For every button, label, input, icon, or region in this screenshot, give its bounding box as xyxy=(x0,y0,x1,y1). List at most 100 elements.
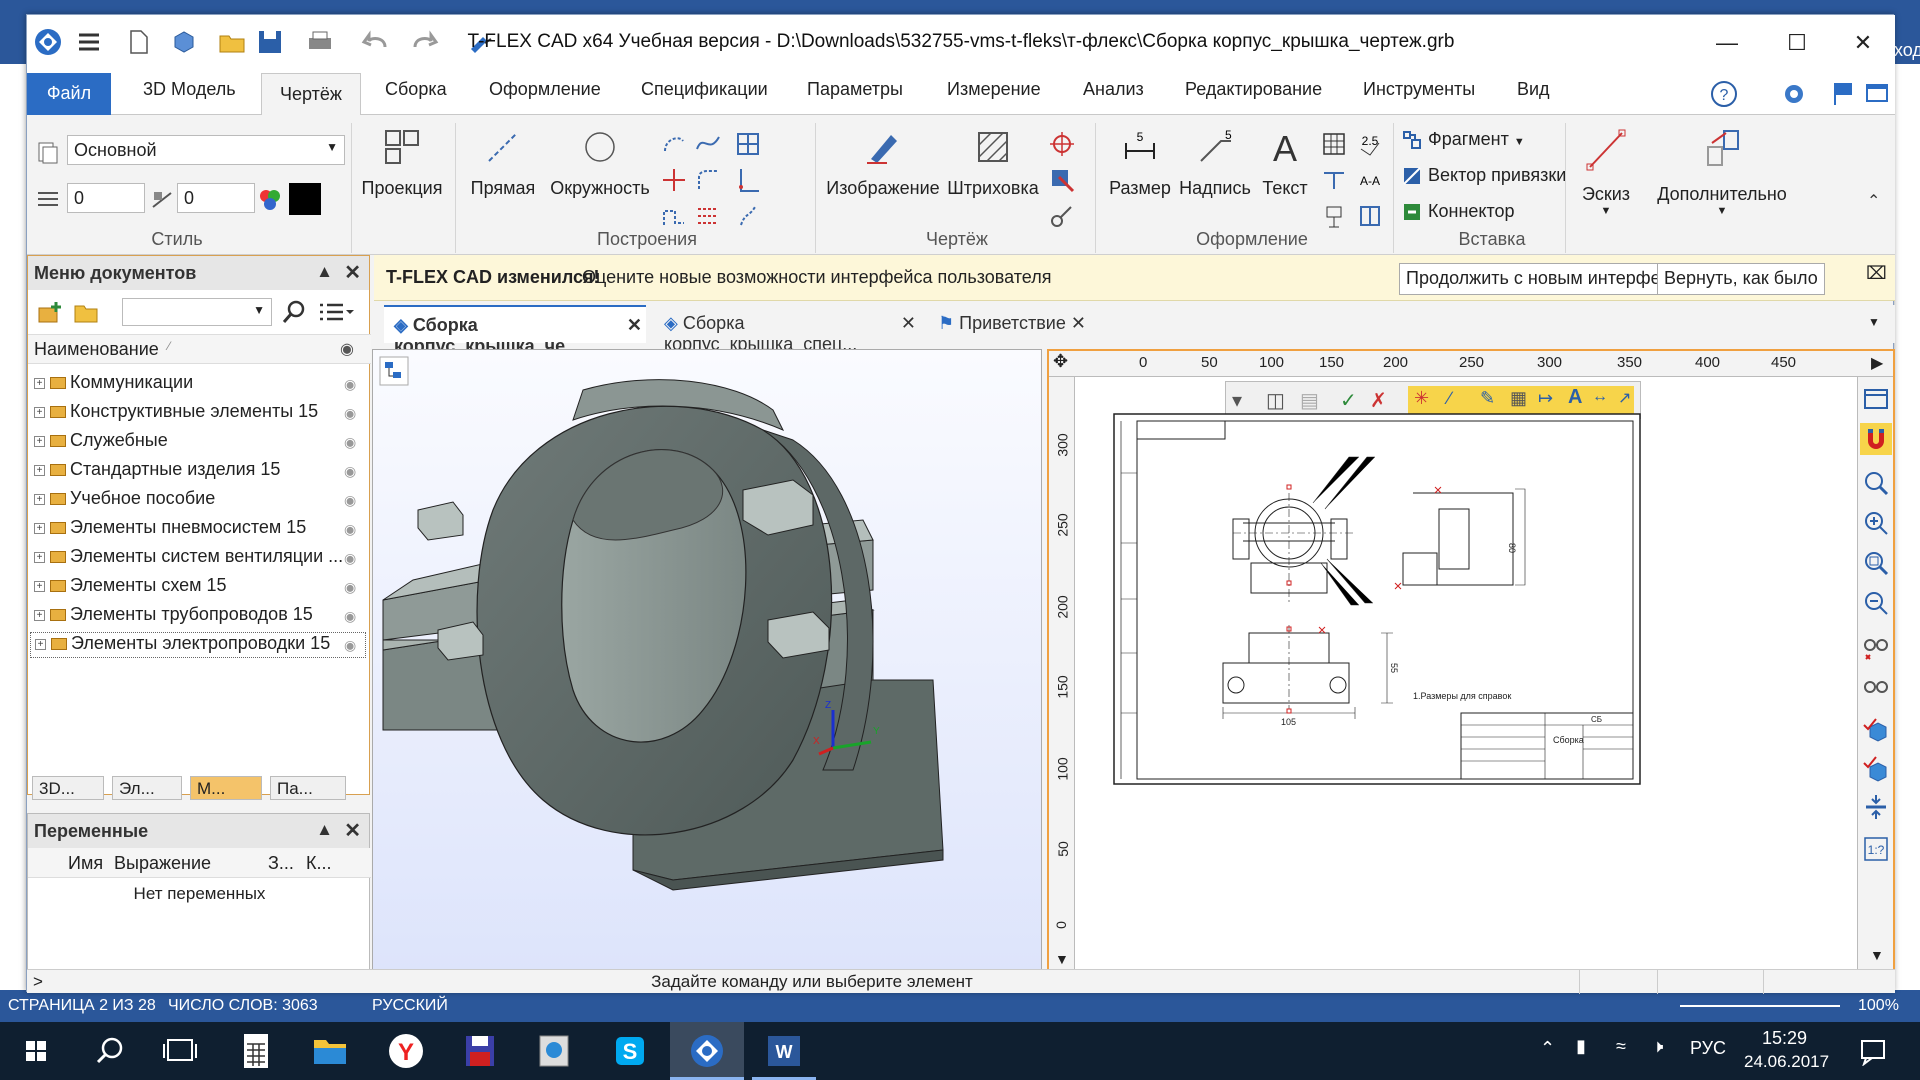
base-icon[interactable] xyxy=(1321,203,1347,229)
search-icon[interactable] xyxy=(280,298,308,326)
sketch-button[interactable]: Эскиз ▼ xyxy=(1571,127,1641,217)
tree-item[interactable]: + Коммуникации xyxy=(34,372,193,398)
window-layout-icon[interactable] xyxy=(1863,79,1891,107)
close-tab-icon[interactable]: ✕ xyxy=(627,315,642,336)
close-panel-icon[interactable]: ✕ xyxy=(344,818,361,843)
task-view-icon[interactable] xyxy=(150,1028,210,1074)
spin-line-type[interactable]: 0 xyxy=(177,183,255,213)
zoom-icon[interactable] xyxy=(1862,469,1890,497)
eye-icon[interactable]: ◉ xyxy=(344,637,356,654)
bottom-tab-3d[interactable]: 3D... xyxy=(32,776,104,800)
command-input[interactable]: Задайте команду или выберите элемент xyxy=(47,970,1577,993)
tab-list-dropdown-icon[interactable]: ▼ xyxy=(1868,315,1880,329)
hatch-button[interactable]: Штриховка xyxy=(943,127,1043,199)
deselect-icon[interactable]: ✗ xyxy=(1370,388,1387,413)
roughness-icon[interactable]: 2.5 xyxy=(1357,131,1383,157)
polyline-icon[interactable] xyxy=(661,203,687,229)
target-icon[interactable] xyxy=(1049,131,1075,157)
snap-image-icon[interactable]: ✎ xyxy=(1480,388,1495,409)
check-cubes-icon[interactable] xyxy=(1862,755,1890,783)
calculator-icon[interactable] xyxy=(226,1028,286,1074)
snap-fragment-icon[interactable]: ↦ xyxy=(1538,388,1553,409)
tab-analysis[interactable]: Анализ xyxy=(1083,79,1144,100)
tab-3d-model[interactable]: 3D Модель xyxy=(143,79,236,100)
snap-label-icon[interactable]: ↗ xyxy=(1618,388,1631,408)
eye-icon[interactable]: ◉ xyxy=(344,376,356,393)
grid-lines-icon[interactable] xyxy=(695,203,721,229)
tab-measure[interactable]: Измерение xyxy=(947,79,1041,100)
snap-dimension-icon[interactable]: ↔ xyxy=(1592,388,1608,406)
snap-node-icon[interactable]: ✳ xyxy=(1414,388,1429,409)
flag-icon[interactable] xyxy=(1829,79,1857,107)
connector-button[interactable]: Коннектор xyxy=(1401,201,1581,223)
3d-viewport[interactable]: Z Y X xyxy=(372,349,1042,973)
battery-icon[interactable]: ▮ xyxy=(1576,1036,1586,1057)
tree-item[interactable]: + Элементы систем вентиляции ... xyxy=(34,546,343,572)
fillet-icon[interactable] xyxy=(695,167,721,193)
close-tab-icon[interactable]: ✕ xyxy=(1071,313,1086,334)
bottom-tab-menu[interactable]: М... xyxy=(190,776,262,800)
close-tab-icon[interactable]: ✕ xyxy=(901,313,916,334)
scroll-right-icon[interactable]: ▶ xyxy=(1871,353,1883,373)
tab-view[interactable]: Вид xyxy=(1517,79,1550,100)
network-app-icon[interactable] xyxy=(524,1028,584,1074)
word-page-count[interactable]: СТРАНИЦА 2 ИЗ 28 xyxy=(8,997,156,1015)
tree-item[interactable]: + Стандартные изделия 15 xyxy=(34,459,280,485)
2d-drawing-viewport[interactable]: ✥ 0 50 100 150 200 250 300 350 400 450 ▶… xyxy=(1047,349,1895,973)
equidistant-icon[interactable] xyxy=(735,203,761,229)
pin-icon[interactable]: ▲ xyxy=(316,262,333,282)
tab-drawing[interactable]: Чертёж xyxy=(261,73,361,116)
bottom-tab-elements[interactable]: Эл... xyxy=(112,776,182,800)
show-hidden-icons-icon[interactable]: ⌃ xyxy=(1540,1038,1555,1059)
yandex-browser-icon[interactable]: Y xyxy=(376,1028,436,1074)
pin-icon[interactable]: ▲ xyxy=(316,820,333,840)
add-library-icon[interactable] xyxy=(36,298,64,326)
filter-settings-icon[interactable]: ◫ xyxy=(1266,388,1285,413)
collapse-ribbon-icon[interactable]: ⌃ xyxy=(1867,191,1880,211)
view-arrow-icon[interactable] xyxy=(1049,167,1075,193)
revert-interface-button[interactable]: Вернуть, как было xyxy=(1657,263,1825,295)
help-icon[interactable]: ? xyxy=(1709,79,1739,109)
label-button[interactable]: 5 Надпись xyxy=(1177,127,1253,199)
tree-item[interactable]: + Элементы трубопроводов 15 xyxy=(34,604,313,630)
minimize-button[interactable]: — xyxy=(1697,23,1757,63)
wifi-icon[interactable]: ≈ xyxy=(1616,1036,1626,1057)
eye-icon[interactable]: ◉ xyxy=(344,521,356,538)
taskbar-tflex-active[interactable] xyxy=(670,1022,744,1080)
snap-magnet-icon[interactable] xyxy=(1860,423,1892,455)
col-expression[interactable]: Выражение xyxy=(114,853,211,874)
doc-tab-welcome[interactable]: ⚑ Приветствие ✕ xyxy=(928,305,1090,343)
projection-button[interactable]: Проекция xyxy=(357,127,447,199)
weld-icon[interactable]: A-A xyxy=(1357,167,1383,193)
filter-clear-icon[interactable]: ▤ xyxy=(1300,388,1319,413)
text-button[interactable]: A Текст xyxy=(1255,127,1315,199)
select-all-icon[interactable]: ✓ xyxy=(1340,388,1357,413)
dimension-button[interactable]: 5 Размер xyxy=(1105,127,1175,199)
word-zoom-slider[interactable] xyxy=(1680,1005,1840,1007)
taskbar-word[interactable]: W xyxy=(752,1022,816,1080)
eye-icon[interactable]: ◉ xyxy=(344,492,356,509)
fragment-button[interactable]: Фрагмент ▼ xyxy=(1401,129,1581,151)
color-swatch[interactable] xyxy=(289,183,321,215)
check-cube-icon[interactable] xyxy=(1862,717,1890,745)
volume-icon[interactable]: 🕨 xyxy=(1652,1036,1663,1057)
search-icon[interactable] xyxy=(80,1028,140,1074)
close-window-button[interactable]: ✕ xyxy=(1833,23,1893,63)
tolerance-icon[interactable] xyxy=(1321,167,1347,193)
windows-start-icon[interactable] xyxy=(6,1028,66,1074)
tree-item[interactable]: + Учебное пособие xyxy=(34,488,215,514)
model-tree-icon[interactable] xyxy=(379,356,409,386)
word-language[interactable]: РУССКИЙ xyxy=(372,997,448,1015)
color-palette-icon[interactable] xyxy=(257,187,283,213)
position-icon[interactable] xyxy=(1357,203,1383,229)
eye-icon[interactable]: ◉ xyxy=(344,463,356,480)
filter-icon[interactable]: ▾ xyxy=(1232,388,1242,413)
floppy-app-icon[interactable] xyxy=(450,1028,510,1074)
axes-icon[interactable] xyxy=(735,167,761,193)
tab-tools[interactable]: Инструменты xyxy=(1363,79,1475,100)
open-library-icon[interactable] xyxy=(72,298,100,326)
tab-format[interactable]: Оформление xyxy=(489,79,601,100)
spin-line-weight[interactable]: 0 xyxy=(67,183,145,213)
eye-icon[interactable]: ◉ xyxy=(344,434,356,451)
tree-item[interactable]: + Элементы пневмосистем 15 xyxy=(34,517,306,543)
